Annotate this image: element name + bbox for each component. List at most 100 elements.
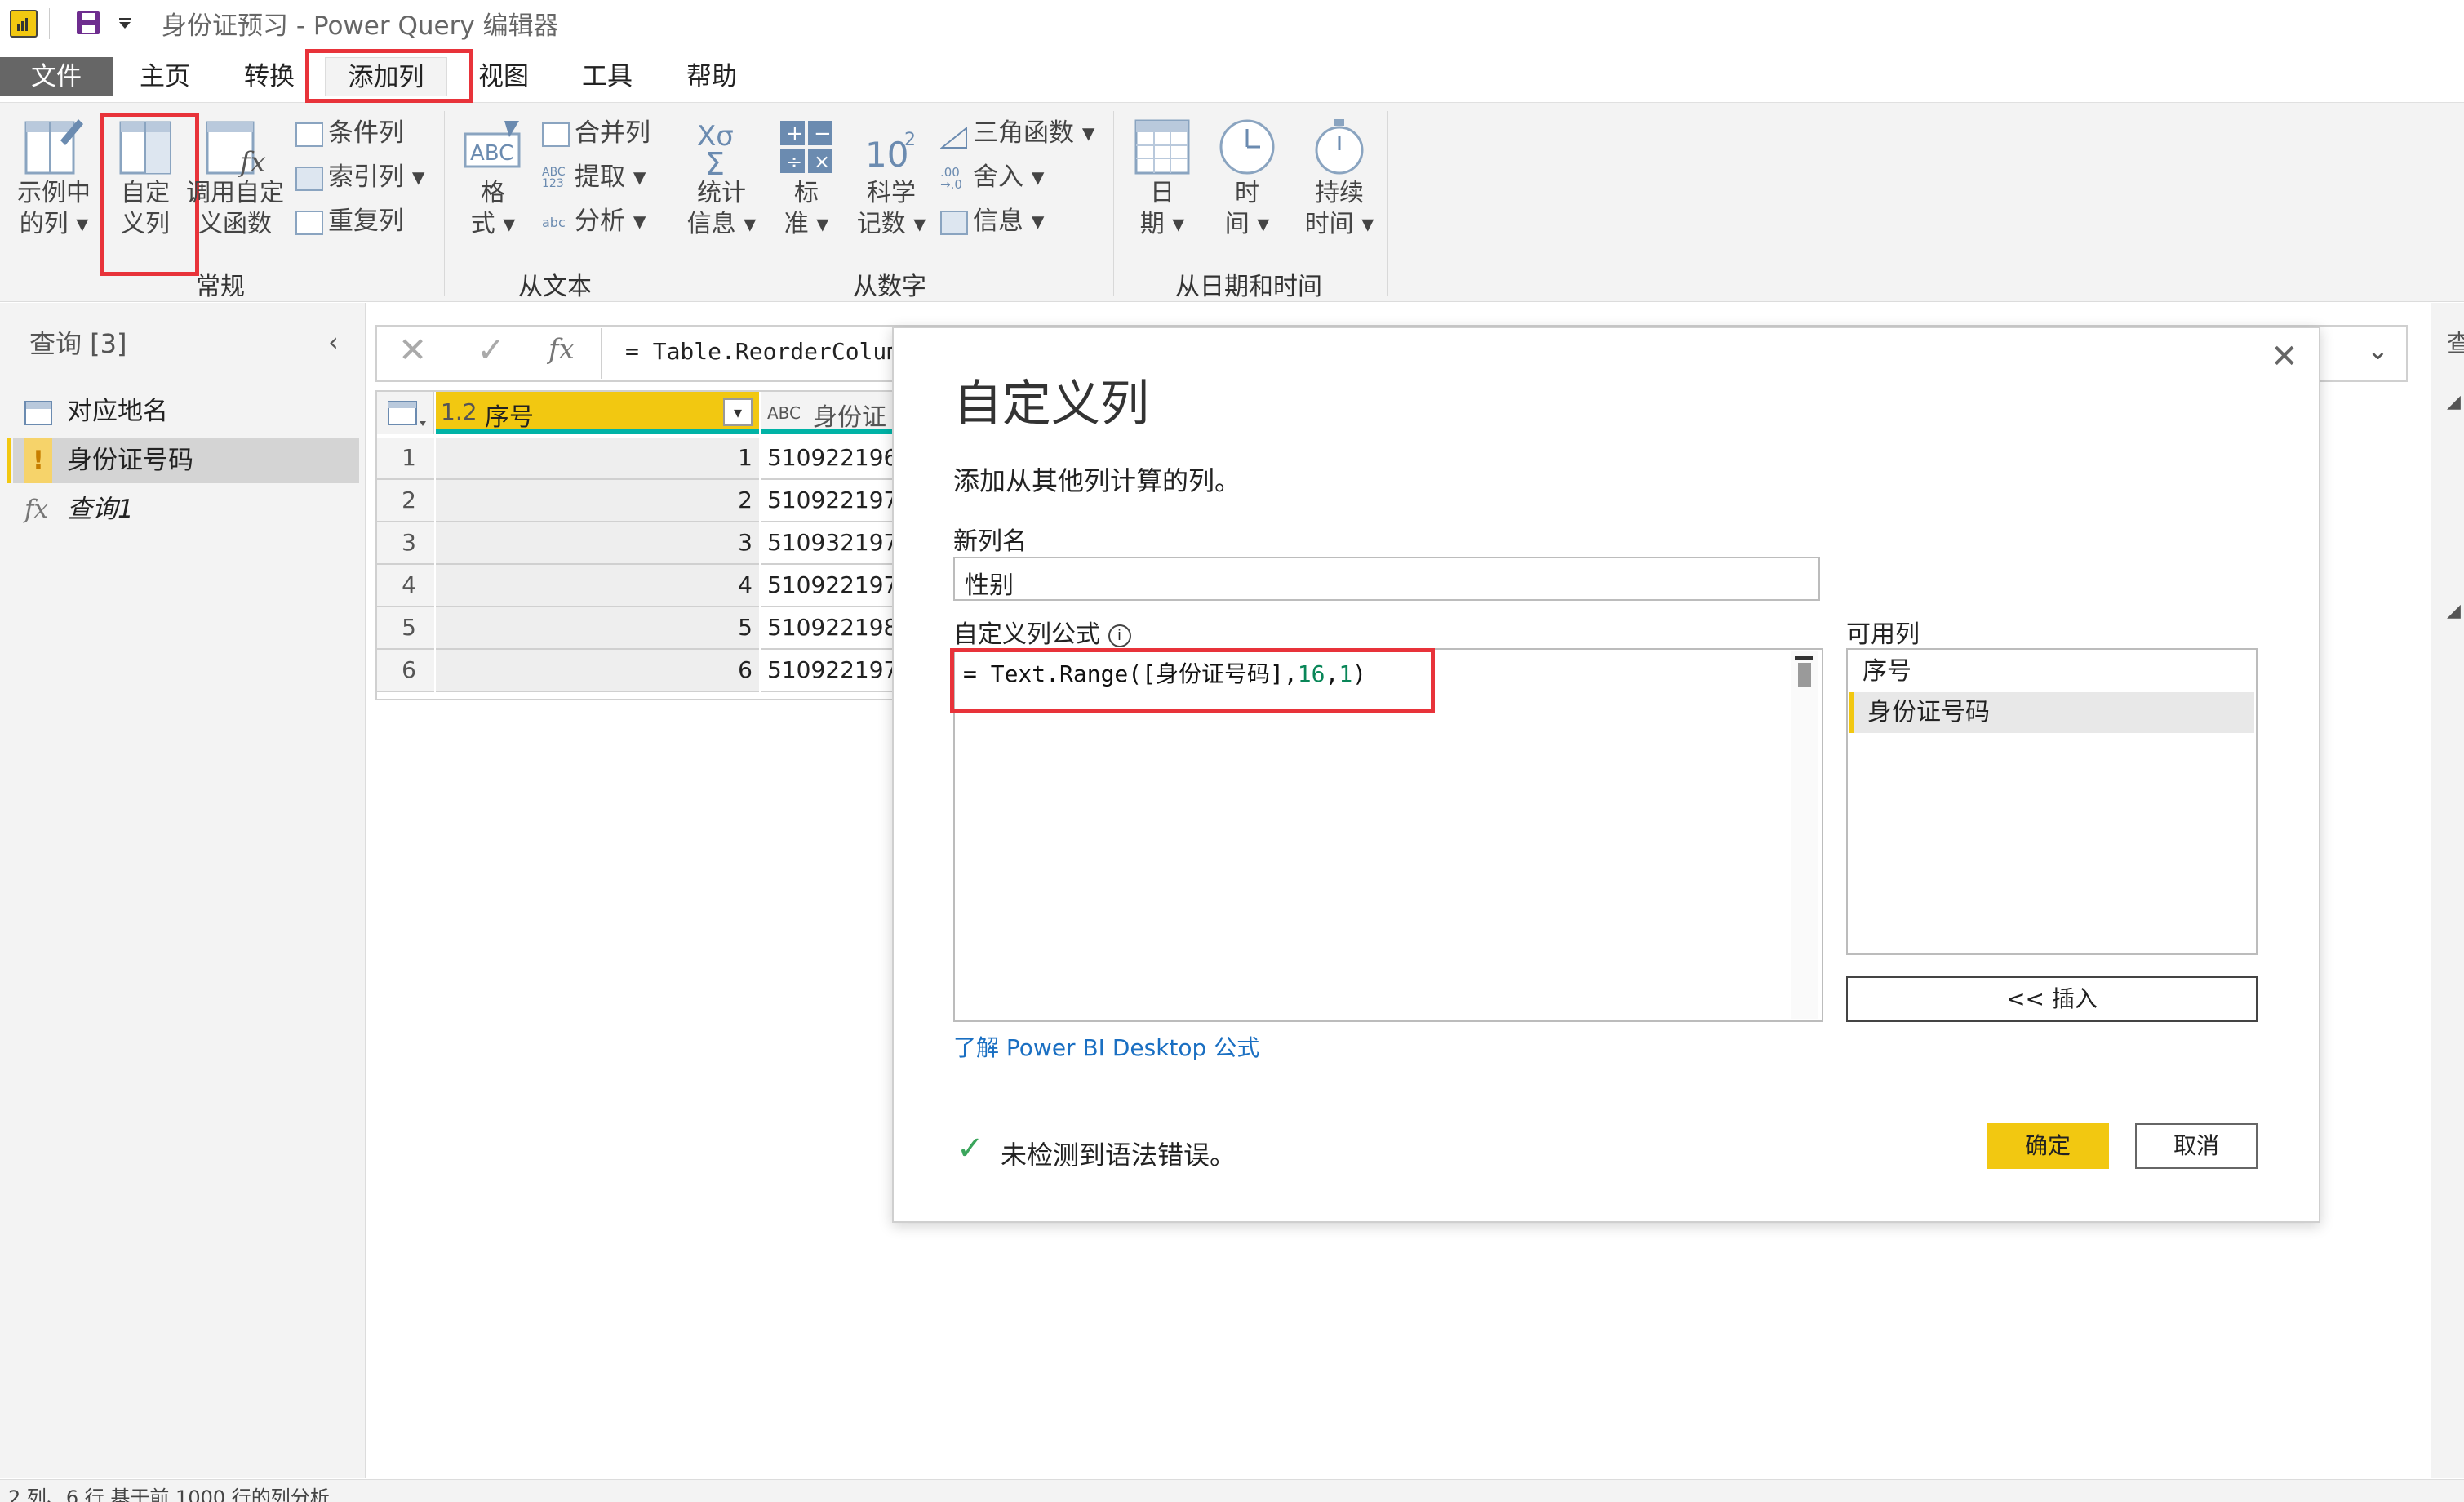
row-number[interactable]: 2 bbox=[377, 480, 434, 522]
table-cell-id[interactable]: 5109221983 bbox=[761, 607, 904, 650]
fx-icon[interactable]: fx bbox=[548, 333, 575, 366]
learn-formulas-link[interactable]: 了解 Power BI Desktop 公式 bbox=[953, 1030, 1259, 1063]
available-column-id[interactable]: 身份证号码 bbox=[1849, 692, 2254, 733]
table-cell-seq[interactable]: 5 bbox=[436, 607, 759, 650]
dialog-description: 添加从其他列计算的列。 bbox=[953, 465, 1241, 496]
table-cell-seq[interactable]: 1 bbox=[436, 438, 759, 480]
table-cell-id[interactable]: 5109221975 bbox=[761, 565, 904, 607]
date-button[interactable]: 日 期 ▾ bbox=[1123, 116, 1201, 255]
table-cell-seq[interactable]: 4 bbox=[436, 565, 759, 607]
add-column-tab-highlight bbox=[305, 49, 473, 103]
format-button[interactable]: ABC 格 式 ▾ bbox=[454, 116, 532, 255]
group-label-text: 从文本 bbox=[518, 273, 592, 301]
merge-columns-icon bbox=[542, 122, 570, 147]
table-cell-seq[interactable]: 3 bbox=[436, 522, 759, 565]
insert-button[interactable]: << 插入 bbox=[1846, 976, 2258, 1022]
extract-icon: ABC 123 bbox=[542, 165, 566, 190]
time-button[interactable]: 时 间 ▾ bbox=[1208, 116, 1286, 255]
editor-scrollbar[interactable] bbox=[1791, 651, 1818, 1019]
query-settings-label: 查 bbox=[2447, 330, 2464, 358]
query-item-place-names[interactable]: 对应地名 bbox=[13, 389, 359, 434]
column-header-seq[interactable]: 1.2 序号 ▾ bbox=[436, 392, 759, 434]
cancel-button[interactable]: 取消 bbox=[2135, 1123, 2258, 1169]
duplicate-column-icon bbox=[295, 210, 323, 235]
status-bar: 2 列、6 行 基于前 1000 行的列分析 bbox=[0, 1479, 2464, 1502]
confirm-formula-icon[interactable]: ✓ bbox=[477, 330, 505, 370]
table-cell-id[interactable]: 5109221978 bbox=[761, 480, 904, 522]
table-icon bbox=[24, 400, 52, 425]
ok-button[interactable]: 确定 bbox=[1987, 1123, 2109, 1169]
query-item-id-numbers[interactable]: ! 身份证号码 bbox=[13, 438, 359, 483]
number-info-button[interactable]: 信息 ▾ bbox=[940, 202, 1044, 240]
trigonometry-button[interactable]: 三角函数 ▾ bbox=[939, 114, 1094, 152]
standard-icon: + −÷ × bbox=[780, 121, 832, 173]
index-column-button[interactable]: 索引列 ▾ bbox=[295, 158, 424, 196]
query-item-query1[interactable]: fx 查询1 bbox=[13, 487, 359, 532]
tab-home[interactable]: 主页 bbox=[131, 57, 199, 96]
invoke-custom-function-button[interactable]: fx 调用自定 义函数 bbox=[184, 116, 286, 255]
window-title: 身份证预习 - Power Query 编辑器 bbox=[162, 11, 559, 41]
stopwatch-icon bbox=[1315, 119, 1364, 175]
tab-transform[interactable]: 转换 bbox=[235, 57, 304, 96]
collapse-panel-icon[interactable]: ‹ bbox=[328, 327, 339, 358]
expand-formula-icon[interactable]: ⌄ bbox=[2367, 335, 2389, 366]
number-type-icon: 1.2 bbox=[441, 398, 477, 425]
row-number[interactable]: 1 bbox=[377, 438, 434, 480]
scientific-button[interactable]: 10 2 科学 记数 ▾ bbox=[849, 116, 934, 255]
extract-button[interactable]: ABC 123 提取 ▾ bbox=[542, 158, 646, 196]
table-menu-icon[interactable] bbox=[377, 392, 434, 434]
svg-text:2: 2 bbox=[904, 130, 916, 150]
row-number[interactable]: 6 bbox=[377, 650, 434, 692]
svg-text:÷: ÷ bbox=[786, 150, 802, 173]
query-settings-strip bbox=[2431, 303, 2464, 1478]
column-header-id[interactable]: ABC 身份证 bbox=[761, 392, 904, 434]
function-icon: fx bbox=[24, 495, 48, 524]
parse-button[interactable]: abc 分析 ▾ bbox=[542, 202, 646, 240]
invoke-function-icon: fx bbox=[206, 121, 266, 178]
number-info-icon bbox=[940, 210, 968, 235]
column-from-examples-button[interactable]: 示例中 的列 ▾ bbox=[8, 116, 100, 255]
table-cell-id[interactable]: 5109321978 bbox=[761, 522, 904, 565]
row-number[interactable]: 3 bbox=[377, 522, 434, 565]
collapse-arrow-icon[interactable]: ◢ bbox=[2447, 392, 2461, 412]
group-label-datetime: 从日期和时间 bbox=[1175, 273, 1322, 301]
svg-text:ABC: ABC bbox=[470, 141, 513, 166]
row-number[interactable]: 4 bbox=[377, 565, 434, 607]
formula-text[interactable]: = Table.ReorderColum bbox=[625, 338, 900, 365]
statistics-icon: XσΣ bbox=[697, 120, 734, 178]
quick-access-dropdown-icon[interactable] bbox=[116, 11, 134, 34]
index-column-icon bbox=[295, 166, 323, 191]
tab-view[interactable]: 视图 bbox=[473, 57, 534, 96]
column-from-examples-icon bbox=[24, 119, 83, 175]
filter-dropdown-icon[interactable]: ▾ bbox=[723, 398, 753, 426]
table-cell-id[interactable]: 5109221974 bbox=[761, 650, 904, 692]
rounding-button[interactable]: .00 →.0 舍入 ▾ bbox=[940, 158, 1044, 196]
merge-columns-button[interactable]: 合并列 bbox=[542, 114, 650, 152]
save-icon[interactable] bbox=[75, 10, 101, 36]
tab-file[interactable]: 文件 bbox=[0, 57, 113, 96]
new-column-name-label: 新列名 bbox=[953, 527, 1027, 556]
available-column-seq[interactable]: 序号 bbox=[1849, 651, 2254, 692]
queries-header: 查询 [3] bbox=[29, 328, 127, 359]
row-number[interactable]: 5 bbox=[377, 607, 434, 650]
conditional-column-button[interactable]: 条件列 bbox=[295, 114, 404, 152]
tab-tools[interactable]: 工具 bbox=[573, 57, 642, 96]
cancel-formula-icon[interactable]: ✕ bbox=[398, 330, 427, 370]
standard-button[interactable]: + − ÷ × 标 准 ▾ bbox=[767, 116, 846, 255]
table-cell-seq[interactable]: 2 bbox=[436, 480, 759, 522]
table-cell-seq[interactable]: 6 bbox=[436, 650, 759, 692]
available-columns-label: 可用列 bbox=[1846, 620, 1920, 649]
duration-button[interactable]: 持续 时间 ▾ bbox=[1294, 116, 1384, 255]
duplicate-column-button[interactable]: 重复列 bbox=[295, 202, 404, 240]
format-icon: ABC bbox=[464, 121, 521, 168]
info-icon[interactable]: i bbox=[1108, 624, 1131, 647]
collapse-arrow-icon-2[interactable]: ◢ bbox=[2447, 601, 2461, 621]
table-cell-id[interactable]: 5109221965 bbox=[761, 438, 904, 480]
syntax-status-text: 未检测到语法错误。 bbox=[1001, 1140, 1236, 1171]
svg-text:fx: fx bbox=[238, 146, 266, 178]
dialog-close-icon[interactable]: ✕ bbox=[2271, 338, 2298, 376]
statistics-button[interactable]: Xσ Σ 统计 信息 ▾ bbox=[679, 116, 764, 255]
tab-help[interactable]: 帮助 bbox=[677, 57, 746, 96]
status-text: 2 列、6 行 基于前 1000 行的列分析 bbox=[8, 1486, 330, 1502]
new-column-name-input[interactable]: 性别 bbox=[953, 557, 1820, 601]
